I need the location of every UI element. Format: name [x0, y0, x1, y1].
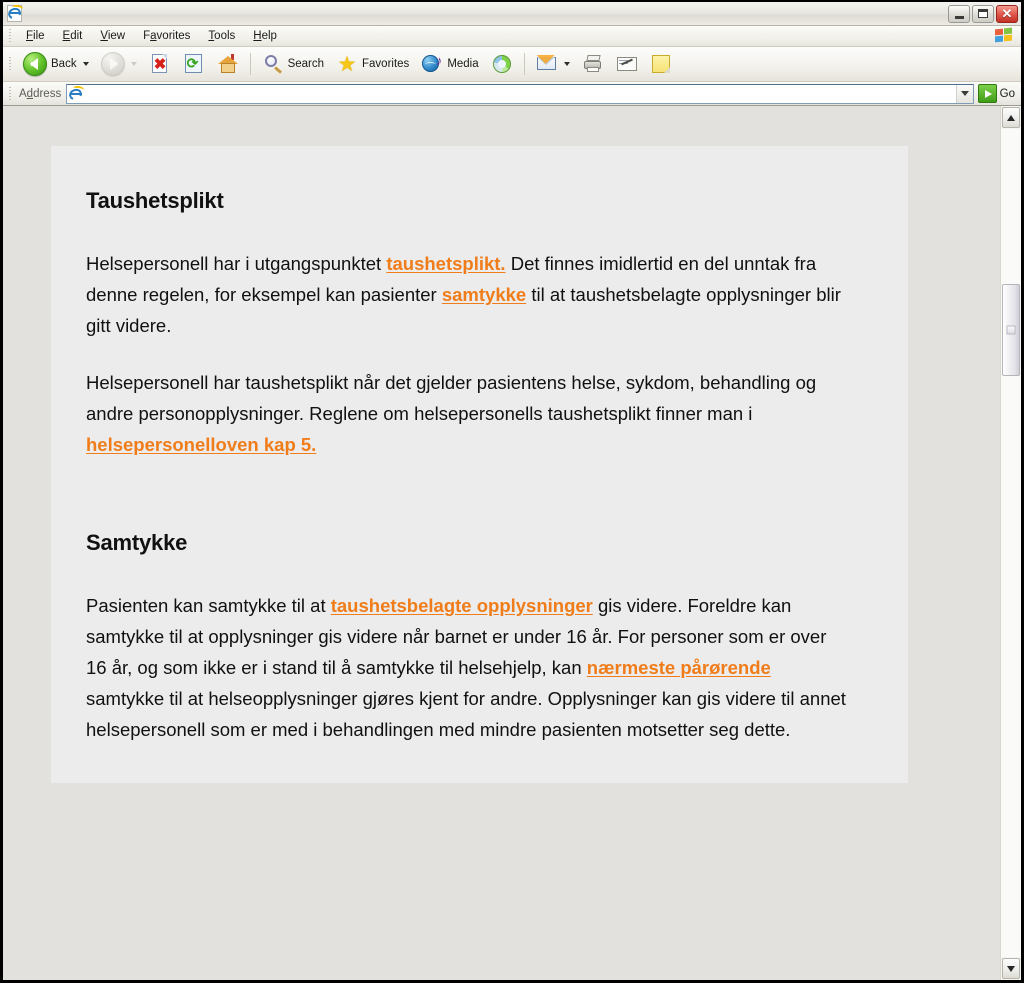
history-icon [491, 53, 513, 75]
go-button[interactable]: Go [974, 84, 1021, 103]
back-button[interactable]: Back [17, 49, 95, 79]
edit-page-icon [616, 53, 638, 75]
link-taushetsbelagte-opplysninger[interactable]: taushetsbelagte opplysninger [331, 595, 593, 616]
forward-arrow-icon [100, 52, 125, 76]
search-button-label: Search [287, 58, 325, 70]
print-button[interactable] [576, 49, 610, 79]
address-bar: Address Go [3, 82, 1021, 106]
toolbar-gripper[interactable] [7, 56, 14, 72]
link-naermeste-parorende[interactable]: nærmeste pårørende [587, 657, 771, 678]
printer-icon [582, 53, 604, 75]
toolbar-separator-2 [523, 53, 525, 75]
paragraph-samtykke-1: Pasienten kan samtykke til at taushetsbe… [86, 590, 848, 745]
stop-icon: ✖ [149, 53, 171, 75]
article-card: Taushetsplikt Helsepersonell har i utgan… [51, 146, 908, 783]
close-button[interactable]: ✕ [996, 4, 1018, 23]
address-field[interactable] [66, 83, 974, 104]
page-title: Taushetsplikt [86, 188, 224, 213]
menu-gripper[interactable] [7, 28, 14, 44]
menu-edit-label: dit [70, 29, 83, 42]
paragraph-taushetsplikt-2: Helsepersonell har taushetsplikt når det… [86, 367, 848, 460]
window-controls: ✕ [948, 4, 1018, 23]
back-arrow-icon [23, 52, 47, 76]
menu-help-label: elp [261, 29, 277, 42]
title-bar: ✕ [3, 2, 1021, 26]
media-button-label: Media [447, 58, 479, 70]
menu-favorites[interactable]: Favorites [134, 28, 199, 45]
menu-file[interactable]: File [17, 28, 54, 45]
favorites-button-label: Favorites [362, 58, 410, 70]
windows-flag-icon [995, 27, 1015, 45]
stop-button[interactable]: ✖ [143, 49, 177, 79]
vertical-scrollbar[interactable] [1000, 106, 1021, 980]
home-button[interactable] [211, 49, 245, 79]
scroll-thumb-grip [1006, 325, 1016, 335]
go-arrow-icon [977, 84, 997, 103]
history-button[interactable] [485, 49, 519, 79]
link-taushetsplikt[interactable]: taushetsplikt. [386, 253, 505, 274]
scroll-track[interactable] [1001, 129, 1021, 957]
favorites-button[interactable]: ★ Favorites [330, 49, 415, 79]
yellow-note-icon [650, 53, 672, 75]
browser-toolbar: Back ✖ ⟳ Search ★ Favorites ♪ Media [3, 47, 1021, 82]
forward-button[interactable] [95, 49, 143, 79]
mail-icon [536, 53, 558, 75]
internet-explorer-icon [67, 84, 86, 103]
edit-button[interactable] [610, 49, 644, 79]
menu-view[interactable]: View [91, 28, 134, 45]
internet-explorer-icon [6, 3, 26, 24]
content-region: Taushetsplikt Helsepersonell har i utgan… [3, 106, 1021, 980]
search-button[interactable]: Search [256, 49, 330, 79]
menu-tools-label: ools [214, 29, 236, 42]
text-fragment: Helsepersonell har i utgangspunktet [86, 253, 387, 274]
browser-window: ✕ File Edit View Favorites Tools Help Ba… [0, 0, 1024, 983]
address-gripper[interactable] [7, 85, 14, 102]
menu-file-label: ile [33, 29, 45, 42]
mail-dropdown-icon[interactable] [563, 62, 570, 66]
address-dropdown-button[interactable] [955, 84, 973, 103]
scroll-thumb[interactable] [1002, 284, 1020, 376]
minimize-button[interactable] [948, 4, 970, 23]
messenger-button[interactable] [644, 49, 678, 79]
media-button[interactable]: ♪ Media [415, 49, 484, 79]
menu-bar: File Edit View Favorites Tools Help [3, 26, 1021, 47]
menu-edit[interactable]: Edit [54, 28, 92, 45]
link-helsepersonelloven-kap-5[interactable]: helsepersonelloven kap 5. [86, 434, 316, 455]
media-globe-icon: ♪ [421, 53, 443, 75]
refresh-icon: ⟳ [183, 53, 205, 75]
menu-help[interactable]: Help [244, 28, 286, 45]
address-label: Address [19, 87, 62, 100]
go-button-label: Go [999, 87, 1015, 100]
text-fragment: samtykke til at helseopplysninger gjøres… [86, 688, 846, 740]
scroll-up-button[interactable] [1002, 107, 1020, 128]
section-heading-samtykke: Samtykke [86, 530, 188, 555]
address-input[interactable] [86, 85, 956, 102]
refresh-button[interactable]: ⟳ [177, 49, 211, 79]
page-viewport: Taushetsplikt Helsepersonell har i utgan… [3, 106, 1000, 980]
paragraph-taushetsplikt-1: Helsepersonell har i utgangspunktet taus… [86, 248, 848, 341]
link-samtykke[interactable]: samtykke [442, 284, 526, 305]
star-icon: ★ [337, 53, 357, 76]
close-icon: ✕ [1001, 6, 1013, 21]
search-icon [262, 53, 284, 75]
menu-tools[interactable]: Tools [199, 28, 244, 45]
chevron-down-icon [960, 91, 969, 96]
back-dropdown-icon[interactable] [82, 62, 89, 66]
forward-dropdown-icon[interactable] [130, 62, 137, 66]
menu-view-label: iew [107, 29, 126, 42]
back-button-label: Back [51, 58, 77, 70]
scroll-down-button[interactable] [1002, 958, 1020, 979]
toolbar-separator [249, 53, 251, 75]
home-icon [217, 53, 239, 75]
text-fragment: Pasienten kan samtykke til at [86, 595, 331, 616]
mail-button[interactable] [530, 49, 576, 79]
text-fragment: Helsepersonell har taushetsplikt når det… [86, 372, 817, 424]
restore-button[interactable] [972, 4, 994, 23]
menu-favorites-label: vorites [156, 29, 191, 42]
